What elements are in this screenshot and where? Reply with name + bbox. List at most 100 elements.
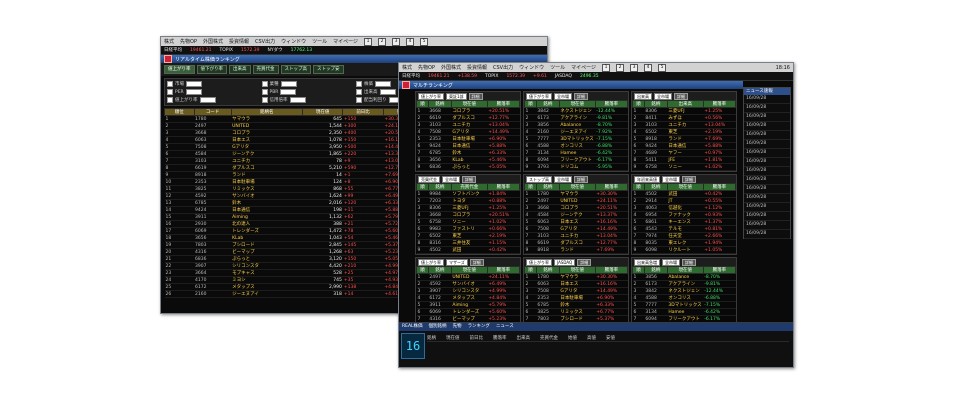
column-header[interactable]: 現在値	[666, 183, 704, 191]
menu-item[interactable]: 投資情報	[467, 64, 487, 71]
menu-item[interactable]: ツール	[312, 38, 327, 45]
filter-input[interactable]	[379, 89, 396, 95]
table-row[interactable]: 5 3911 Aiming +5.79%	[416, 301, 520, 309]
detail-button[interactable]: 詳細	[682, 175, 696, 183]
bottom-tab[interactable]: 個別銘柄	[429, 323, 447, 331]
table-row[interactable]: 6 3825 リミックス +6.77%	[524, 308, 628, 316]
filter-checkbox[interactable]	[167, 97, 173, 103]
menu-item[interactable]: 投資情報	[229, 38, 249, 45]
table-row[interactable]: 8 6619 ダブルスコ +12.77%	[524, 239, 628, 247]
market-select[interactable]: JASDAQ	[554, 258, 576, 266]
table-row[interactable]: 1 8306 三菱UFJ +1.25%	[632, 107, 736, 115]
table-row[interactable]: 1 3842 ネクストジェン -12.44%	[524, 107, 628, 115]
rank-type-select[interactable]: 売買代金	[418, 175, 440, 183]
table-row[interactable]: 3 3907 シリコンスタ +4.99%	[416, 287, 520, 295]
table-row[interactable]: 7 3103 ユニチカ +13.04%	[524, 232, 628, 240]
column-header[interactable]: 現在値	[666, 266, 704, 274]
table-row[interactable]: 9 6836 ぷらっと +5.05%	[416, 163, 520, 171]
tab-ranking[interactable]: 売買代金	[252, 65, 279, 74]
table-row[interactable]: 3 3856 Abalance -8.70%	[524, 121, 628, 129]
table-row[interactable]: 7 6785 鈴木 +6.33%	[416, 149, 520, 157]
news-item[interactable]: 16/09/28	[744, 230, 790, 239]
table-row[interactable]: 5 6861 キーエンス +1.37%	[632, 218, 736, 226]
column-header[interactable]: 現在値	[301, 108, 344, 116]
news-item[interactable]: 16/09/28	[744, 140, 790, 149]
column-header[interactable]: 現在値	[558, 266, 596, 274]
column-header[interactable]: 騰落率	[486, 183, 520, 191]
menu-item[interactable]: 外国株式	[441, 64, 461, 71]
column-header[interactable]: 順	[632, 100, 645, 108]
table-row[interactable]: 3 3103 ユニチカ +13.04%	[416, 121, 520, 129]
column-header[interactable]: 順	[416, 183, 429, 191]
column-header[interactable]: 前日比	[342, 108, 384, 116]
table-row[interactable]: 1 2497 UNITED +24.11%	[416, 273, 520, 281]
market-select[interactable]: 東証1部	[446, 92, 467, 100]
column-header[interactable]: 銘柄	[643, 100, 668, 108]
table-row[interactable]: 3 7508 Gアリタ +14.49%	[524, 287, 628, 295]
column-header[interactable]: 現在値	[450, 266, 488, 274]
table-row[interactable]: 9 4502 武田 +0.42%	[416, 246, 520, 254]
table-row[interactable]: 6 3134 Hamee -6.42%	[632, 308, 736, 316]
column-header[interactable]: 銘柄	[643, 183, 668, 191]
column-header[interactable]: 銘柄	[535, 266, 560, 274]
market-select[interactable]: 全市場	[554, 175, 572, 183]
market-select[interactable]: 全市場	[662, 175, 680, 183]
bottom-titlebar[interactable]: REAL株価 個別銘柄 先物 ランキング ニュース	[399, 323, 793, 331]
filter-input[interactable]	[280, 89, 297, 95]
layout-tab[interactable]: 2	[378, 37, 387, 46]
table-row[interactable]: 4 6172 メタップス +4.84%	[416, 294, 520, 302]
detail-button[interactable]: 詳細	[462, 175, 476, 183]
table-row[interactable]: 6 4543 テルモ +0.81%	[632, 225, 736, 233]
table-row[interactable]: 6 9424 日本通信 +5.88%	[416, 142, 520, 150]
table-row[interactable]: 9 6098 リクルート +1.05%	[632, 246, 736, 254]
column-header[interactable]: 順位	[164, 108, 195, 116]
table-row[interactable]: 2 6063 日本エス +16.16%	[524, 280, 628, 288]
menu-item[interactable]: ウィンドウ	[519, 64, 544, 71]
table-row[interactable]: 2 7203 トヨタ +0.88%	[416, 197, 520, 205]
column-header[interactable]: 銘柄名	[230, 108, 303, 116]
rank-type-select[interactable]: 年初来高値	[634, 175, 660, 183]
column-header[interactable]: コード	[193, 108, 232, 116]
filter-checkbox[interactable]	[167, 89, 173, 95]
column-header[interactable]: 騰落率	[702, 266, 736, 274]
bottom-column-header[interactable]: 騰落率	[493, 335, 507, 341]
menu-item[interactable]: ウィンドウ	[281, 38, 306, 45]
column-header[interactable]: 順	[632, 266, 645, 274]
column-header[interactable]: 銘柄	[535, 183, 560, 191]
news-item[interactable]: 16/09/28	[744, 158, 790, 167]
table-row[interactable]: 7 3134 Hamee -6.42%	[524, 149, 628, 157]
column-header[interactable]: 騰落率	[594, 183, 628, 191]
table-row[interactable]: 2 8411 みずほ +0.56%	[632, 114, 736, 122]
filter-input[interactable]	[185, 89, 202, 95]
table-row[interactable]: 3 3103 ユニチカ +13.04%	[632, 121, 736, 129]
column-header[interactable]: 出来高	[666, 100, 704, 108]
column-header[interactable]: 騰落率	[594, 100, 628, 108]
rank-type-select[interactable]: 出来高急増	[634, 258, 660, 266]
column-header[interactable]: 順	[524, 266, 537, 274]
column-header[interactable]: 順	[416, 266, 429, 274]
menu-item[interactable]: CSV出力	[493, 64, 513, 71]
layout-tab[interactable]: 1	[602, 63, 611, 72]
table-row[interactable]: 2 2497 UNITED +24.11%	[524, 197, 628, 205]
column-header[interactable]: 売買代金	[450, 183, 488, 191]
filter-checkbox[interactable]	[356, 89, 362, 95]
table-row[interactable]: 5 6063 日本エス +16.16%	[524, 218, 628, 226]
table-row[interactable]: 1 3668 コロプラ +20.51%	[416, 107, 520, 115]
tab-ranking[interactable]: ストップ高	[280, 65, 311, 74]
table-row[interactable]: 4 6954 ファナック +0.93%	[632, 211, 736, 219]
detail-button[interactable]: 詳細	[574, 92, 588, 100]
table-row[interactable]: 9 8918 ランド +7.69%	[524, 246, 628, 254]
layout-tab[interactable]: 5	[420, 37, 429, 46]
rank-type-select[interactable]: ストップ高	[526, 175, 552, 183]
table-row[interactable]: 3 3842 ネクストジェン -12.44%	[632, 287, 736, 295]
menu-item[interactable]: 先物OP	[180, 38, 197, 45]
tab-ranking[interactable]: ストップ安	[313, 65, 344, 74]
table-row[interactable]: 4 3668 コロプラ +20.51%	[416, 211, 520, 219]
table-row[interactable]: 5 6758 ソニー +1.02%	[416, 218, 520, 226]
market-select[interactable]: マザーズ	[446, 258, 468, 266]
table-row[interactable]: 9 3793 ドリコム -5.95%	[524, 163, 628, 171]
table-row[interactable]: 5 8918 ランド +7.69%	[632, 135, 736, 143]
news-item[interactable]: 16/09/28	[744, 122, 790, 131]
bottom-tab[interactable]: 先物	[453, 323, 462, 331]
table-row[interactable]: 6 7508 Gアリタ +14.49%	[524, 225, 628, 233]
